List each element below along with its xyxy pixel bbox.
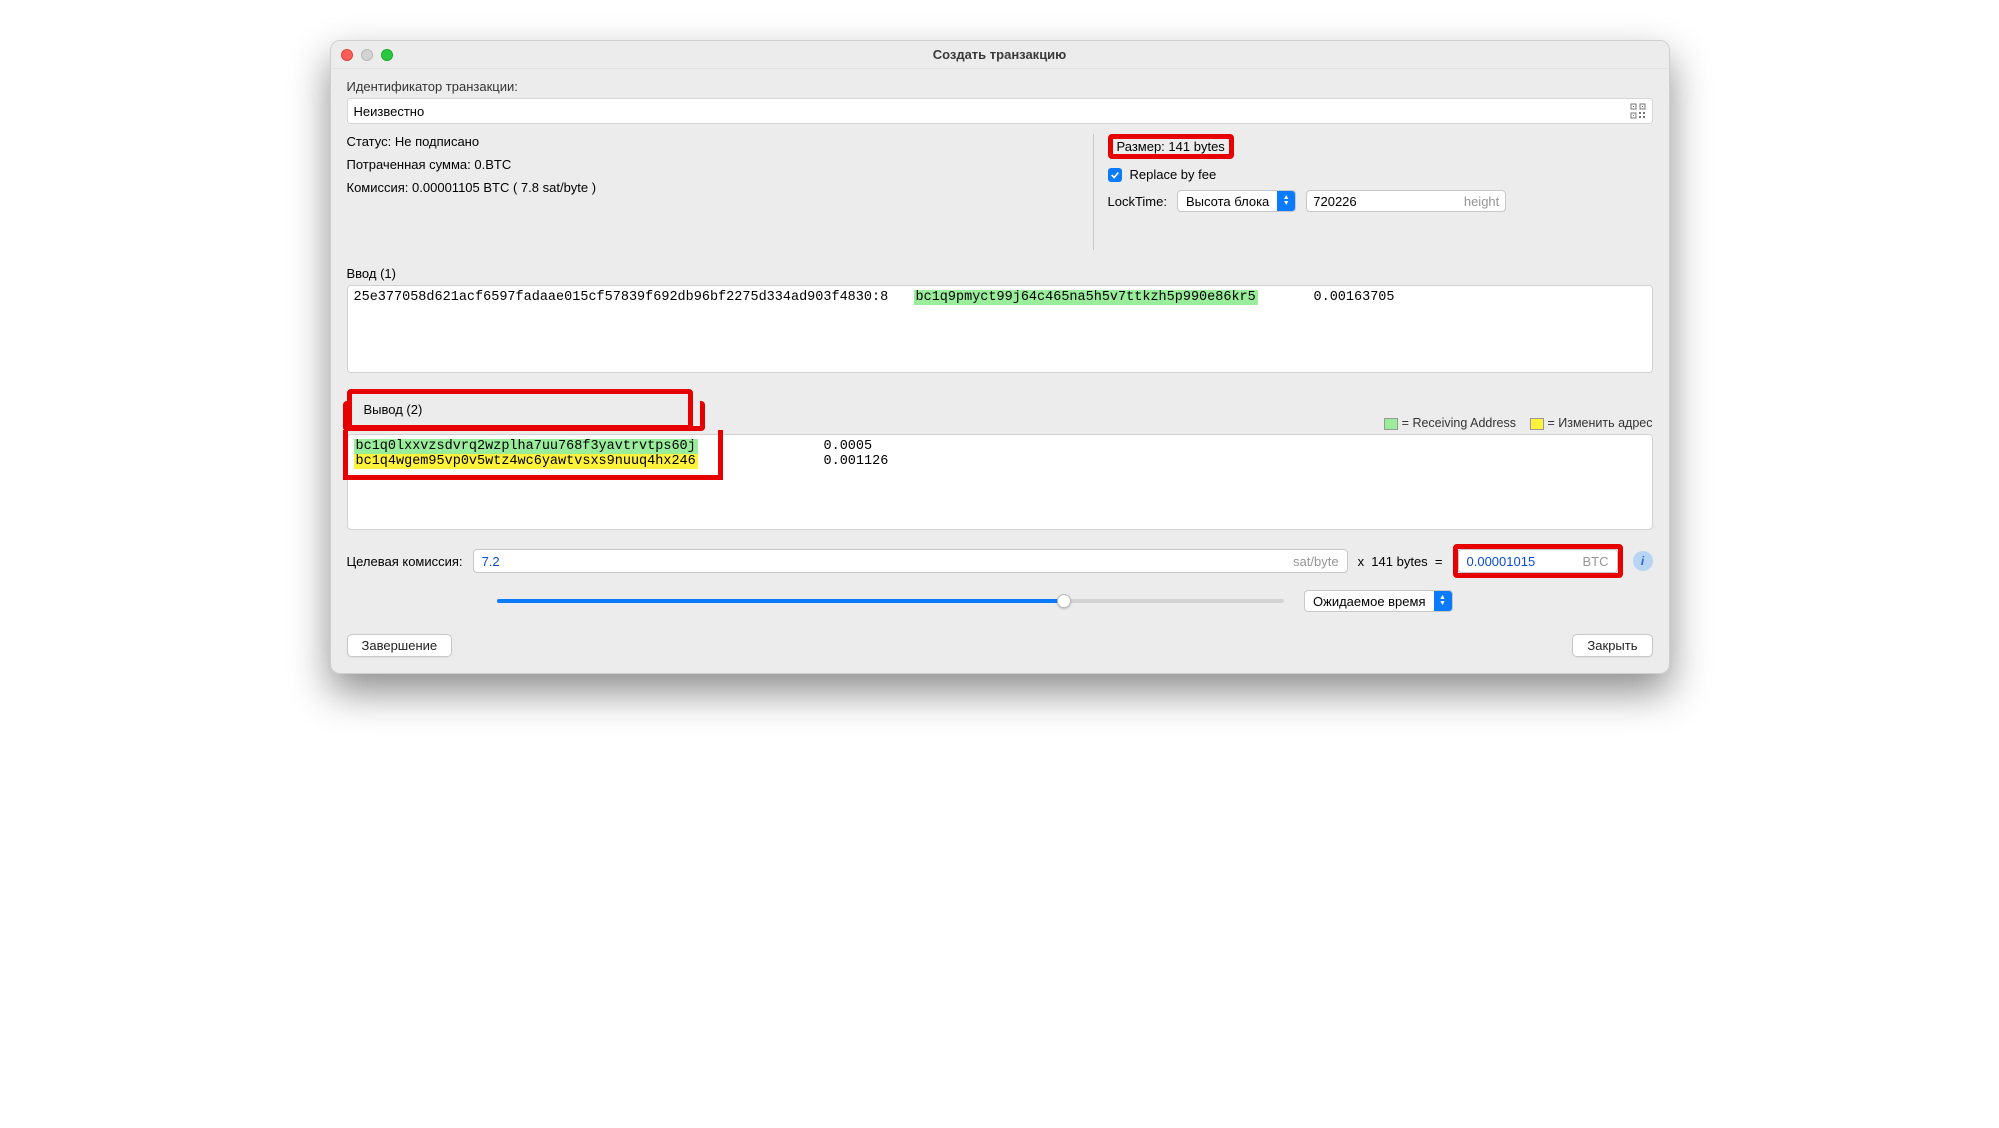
legend-change-text: = Изменить адрес [1547,416,1652,430]
size-value: 141 bytes [1168,139,1224,154]
rbf-checkbox[interactable] [1108,168,1122,182]
input-amount: 0.00163705 [1314,290,1474,305]
target-fee-rate: 7.2 [482,554,500,569]
window-maximize-button[interactable] [381,49,393,61]
input-txid: 25e377058d621acf6597fadaae015cf57839f692… [354,290,914,305]
output-amount-1: 0.001126 [824,454,984,469]
inputs-header: Ввод (1) [347,266,1653,281]
rbf-row[interactable]: Replace by fee [1108,167,1653,182]
expected-time-value: Ожидаемое время [1305,594,1433,609]
window-title: Создать транзакцию [331,47,1669,62]
footer: Завершение Закрыть [347,634,1653,657]
target-fee-mult: x 141 bytes = [1358,554,1443,569]
fee-result-highlight: 0.00001015 BTC [1453,544,1623,578]
locktime-value: 720226 [1313,194,1356,209]
chevron-updown-icon: ▲▼ [1277,191,1295,211]
target-fee-unit: sat/byte [1293,554,1339,569]
right-column: Размер: 141 bytes Replace by fee LockTim… [1093,134,1653,250]
output-row: bc1q0lxxvzsdvrq2wzplha7uu768f3yavtrvtps6… [354,439,1646,454]
outputs-highlight-overlay: bc1q4wgem95vp0v5wtz4wc6yawtvsxs9nuuq4hx2… [343,401,705,431]
output-address-0: bc1q0lxxvzsdvrq2wzplha7uu768f3yavtrvtps6… [354,439,698,454]
titlebar: Создать транзакцию [331,41,1669,69]
outputs-list[interactable]: bc1q4wgem95vp0v5wtz4wc6yawtvsxs9nuuq4hx2… [347,434,1653,530]
inputs-list[interactable]: 25e377058d621acf6597fadaae015cf57839f692… [347,285,1653,373]
transaction-window: Создать транзакцию Идентификатор транзак… [330,40,1670,674]
window-minimize-button[interactable] [361,49,373,61]
size-highlight: Размер: 141 bytes [1108,134,1234,159]
legend-change: = Изменить адрес [1530,416,1653,430]
legend-yellow-swatch [1530,418,1544,430]
finalize-button[interactable]: Завершение [347,634,453,657]
spent-label: Потраченная сумма: [347,157,471,172]
legend: = Receiving Address = Изменить адрес [1384,416,1652,430]
txid-value: Неизвестно [354,104,425,119]
target-fee-input[interactable]: 7.2 sat/byte [473,549,1348,573]
locktime-mode-value: Высота блока [1178,194,1277,209]
output-address-1: bc1q4wgem95vp0v5wtz4wc6yawtvsxs9nuuq4hx2… [354,454,698,469]
status-label: Статус: [347,134,392,149]
txid-field[interactable]: Неизвестно [347,98,1653,124]
info-icon[interactable]: i [1633,551,1653,571]
commission-value: 0.00001105 BTC ( 7.8 sat/byte ) [412,180,596,195]
commission-row: Комиссия: 0.00001105 BTC ( 7.8 sat/byte … [347,180,1093,195]
target-fee-row: Целевая комиссия: 7.2 sat/byte x 141 byt… [347,544,1653,578]
locktime-value-input[interactable]: 720226 height [1306,190,1506,212]
locktime-mode-select[interactable]: Высота блока ▲▼ [1177,190,1296,212]
legend-green-swatch [1384,418,1398,430]
txid-label: Идентификатор транзакции: [347,79,1653,94]
window-close-button[interactable] [341,49,353,61]
status-value: Не подписано [395,134,479,149]
output-row: bc1q4wgem95vp0v5wtz4wc6yawtvsxs9nuuq4hx2… [354,454,1646,469]
rbf-label: Replace by fee [1130,167,1217,182]
target-fee-label: Целевая комиссия: [347,554,463,569]
spent-row: Потраченная сумма: 0.BTC [347,157,1093,172]
slider-row: Ожидаемое время ▲▼ [347,590,1653,612]
commission-label: Комиссия: [347,180,409,195]
spent-value: 0.BTC [474,157,511,172]
input-row: 25e377058d621acf6597fadaae015cf57839f692… [354,290,1646,305]
chevron-updown-icon: ▲▼ [1434,591,1452,611]
locktime-suffix: height [1454,194,1499,209]
fee-slider[interactable] [497,591,1285,611]
fee-result-unit: BTC [1583,554,1609,569]
fee-result-field[interactable]: 0.00001015 BTC [1458,549,1618,573]
input-address: bc1q9pmyct99j64c465na5h5v7ttkzh5p990e86k… [914,290,1258,305]
size-label: Размер: [1117,139,1165,154]
legend-receiving-text: = Receiving Address [1402,416,1516,430]
fee-result-value: 0.00001015 [1467,554,1536,569]
status-column: Статус: Не подписано Потраченная сумма: … [347,134,1093,250]
output-amount-0: 0.0005 [824,439,984,454]
content: Идентификатор транзакции: Неизвестно [331,69,1669,673]
locktime-label: LockTime: [1108,194,1167,209]
traffic-lights [341,49,393,61]
expected-time-select[interactable]: Ожидаемое время ▲▼ [1304,590,1452,612]
locktime-row: LockTime: Высота блока ▲▼ 720226 height [1108,190,1653,212]
status-row: Статус: Не подписано [347,134,1093,149]
close-button[interactable]: Закрыть [1572,634,1652,657]
legend-receiving: = Receiving Address [1384,416,1516,430]
qr-icon[interactable] [1630,103,1646,119]
